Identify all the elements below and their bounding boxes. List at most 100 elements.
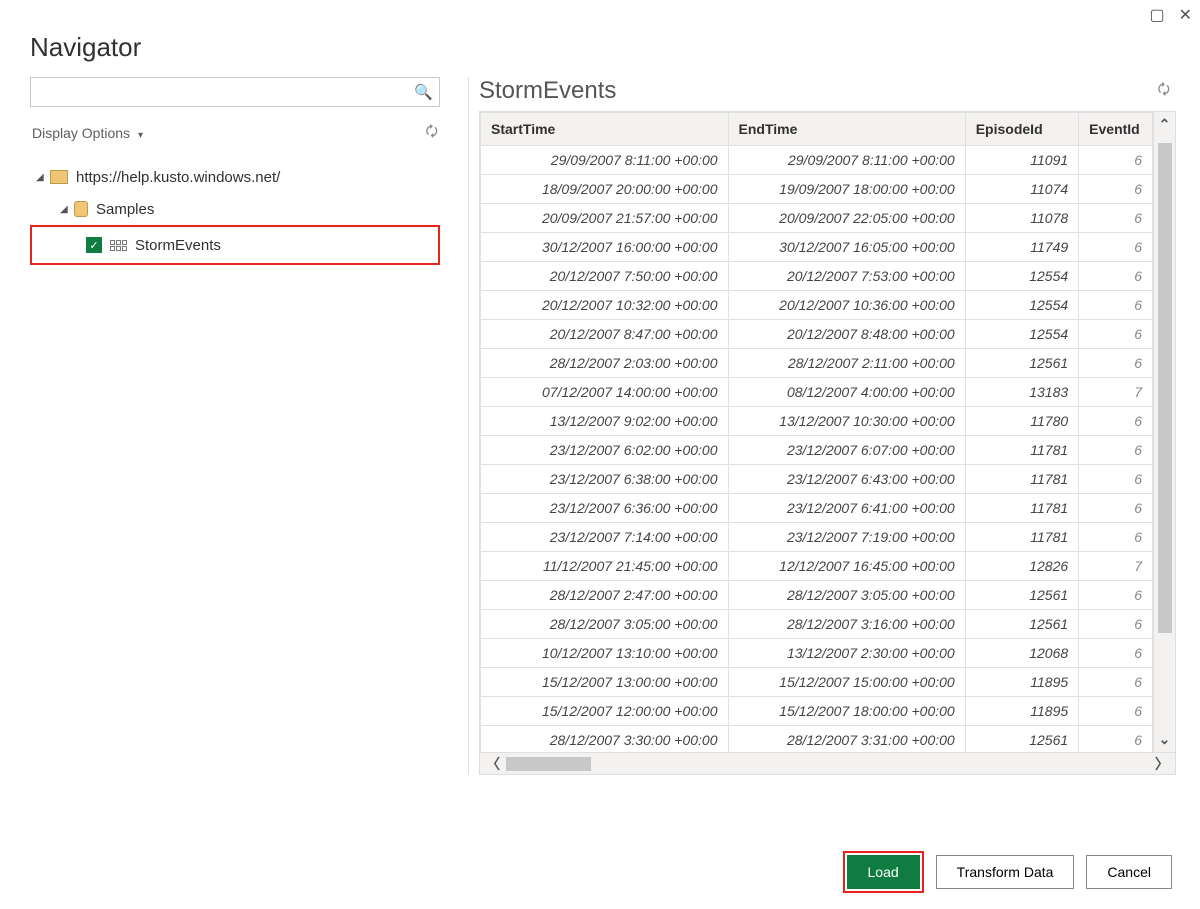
table-row[interactable]: 20/12/2007 8:47:00 +00:0020/12/2007 8:48… [481, 320, 1153, 349]
table-row[interactable]: 23/12/2007 6:02:00 +00:0023/12/2007 6:07… [481, 436, 1153, 465]
table-cell: 12554 [965, 291, 1078, 320]
table-cell: 20/09/2007 22:05:00 +00:00 [728, 204, 965, 233]
table-cell: 20/12/2007 7:50:00 +00:00 [481, 262, 729, 291]
table-row[interactable]: 23/12/2007 6:38:00 +00:0023/12/2007 6:43… [481, 465, 1153, 494]
load-button[interactable]: Load [847, 855, 920, 889]
tree-root[interactable]: ◢ https://help.kusto.windows.net/ [30, 161, 440, 193]
column-header[interactable]: EventId [1079, 113, 1153, 146]
scroll-thumb[interactable] [506, 757, 591, 771]
scroll-thumb[interactable] [1158, 143, 1172, 633]
table-row[interactable]: 23/12/2007 7:14:00 +00:0023/12/2007 7:19… [481, 523, 1153, 552]
horizontal-scrollbar[interactable]: 〈 〉 [480, 752, 1175, 774]
table-cell: 18/09/2007 20:00:00 +00:00 [481, 175, 729, 204]
preview-refresh-icon[interactable]: 🗘 [1158, 79, 1171, 103]
table-row[interactable]: 28/12/2007 2:47:00 +00:0028/12/2007 3:05… [481, 581, 1153, 610]
table-cell: 12826 [965, 552, 1078, 581]
table-cell: 6 [1079, 494, 1153, 523]
table-cell: 6 [1079, 175, 1153, 204]
cancel-button[interactable]: Cancel [1086, 855, 1172, 889]
table-row[interactable]: 23/12/2007 6:36:00 +00:0023/12/2007 6:41… [481, 494, 1153, 523]
table-row[interactable]: 10/12/2007 13:10:00 +00:0013/12/2007 2:3… [481, 639, 1153, 668]
table-cell: 13/12/2007 10:30:00 +00:00 [728, 407, 965, 436]
caret-icon[interactable]: ◢ [36, 172, 50, 183]
table-cell: 10/12/2007 13:10:00 +00:00 [481, 639, 729, 668]
refresh-icon[interactable]: 🗘 [426, 121, 439, 145]
preview-title: StormEvents [479, 77, 616, 105]
tree-table-stormevents[interactable]: ✓ StormEvents [32, 229, 438, 261]
table-cell: 29/09/2007 8:11:00 +00:00 [481, 146, 729, 175]
table-cell: 13/12/2007 9:02:00 +00:00 [481, 407, 729, 436]
table-cell: 11749 [965, 233, 1078, 262]
table-cell: 23/12/2007 6:41:00 +00:00 [728, 494, 965, 523]
table-cell: 12561 [965, 610, 1078, 639]
scroll-track[interactable] [1154, 133, 1175, 731]
column-header[interactable]: EndTime [728, 113, 965, 146]
table-cell: 28/12/2007 3:05:00 +00:00 [481, 610, 729, 639]
table-cell: 6 [1079, 233, 1153, 262]
table-cell: 11780 [965, 407, 1078, 436]
table-cell: 12068 [965, 639, 1078, 668]
table-cell: 28/12/2007 2:47:00 +00:00 [481, 581, 729, 610]
column-header[interactable]: EpisodeId [965, 113, 1078, 146]
table-cell: 15/12/2007 13:00:00 +00:00 [481, 668, 729, 697]
table-cell: 23/12/2007 6:43:00 +00:00 [728, 465, 965, 494]
table-cell: 6 [1079, 204, 1153, 233]
caret-icon[interactable]: ◢ [60, 204, 74, 215]
table-cell: 28/12/2007 3:31:00 +00:00 [728, 726, 965, 753]
table-row[interactable]: 28/12/2007 2:03:00 +00:0028/12/2007 2:11… [481, 349, 1153, 378]
close-icon[interactable]: ✕ [1179, 5, 1192, 25]
search-icon[interactable]: 🔍 [414, 83, 433, 101]
table-cell: 11781 [965, 465, 1078, 494]
table-cell: 12554 [965, 262, 1078, 291]
table-row[interactable]: 18/09/2007 20:00:00 +00:0019/09/2007 18:… [481, 175, 1153, 204]
table-cell: 11781 [965, 494, 1078, 523]
table-row[interactable]: 29/09/2007 8:11:00 +00:0029/09/2007 8:11… [481, 146, 1153, 175]
table-cell: 28/12/2007 3:16:00 +00:00 [728, 610, 965, 639]
search-input[interactable] [37, 83, 414, 101]
table-cell: 12554 [965, 320, 1078, 349]
scroll-up-icon[interactable]: ⌃ [1159, 116, 1171, 133]
table-cell: 6 [1079, 291, 1153, 320]
checkbox-checked-icon[interactable]: ✓ [86, 237, 102, 253]
maximize-icon[interactable]: ▢ [1149, 5, 1164, 25]
vertical-divider [468, 77, 469, 775]
table-cell: 6 [1079, 639, 1153, 668]
table-cell: 6 [1079, 610, 1153, 639]
scroll-down-icon[interactable]: ⌄ [1159, 731, 1171, 748]
folder-icon [50, 170, 68, 184]
scroll-right-icon[interactable]: 〉 [1155, 754, 1169, 774]
table-cell: 6 [1079, 407, 1153, 436]
table-row[interactable]: 07/12/2007 14:00:00 +00:0008/12/2007 4:0… [481, 378, 1153, 407]
table-row[interactable]: 20/12/2007 7:50:00 +00:0020/12/2007 7:53… [481, 262, 1153, 291]
table-row[interactable]: 28/12/2007 3:05:00 +00:0028/12/2007 3:16… [481, 610, 1153, 639]
table-cell: 23/12/2007 6:36:00 +00:00 [481, 494, 729, 523]
display-options-dropdown[interactable]: Display Options ▾ [32, 125, 143, 141]
table-row[interactable]: 15/12/2007 13:00:00 +00:0015/12/2007 15:… [481, 668, 1153, 697]
transform-data-button[interactable]: Transform Data [936, 855, 1075, 889]
scroll-left-icon[interactable]: 〈 [486, 754, 500, 774]
table-row[interactable]: 28/12/2007 3:30:00 +00:0028/12/2007 3:31… [481, 726, 1153, 753]
highlight-stormevents: ✓ StormEvents [30, 225, 440, 265]
tree-database[interactable]: ◢ Samples [30, 193, 440, 225]
search-input-wrap[interactable]: 🔍 [30, 77, 440, 107]
table-row[interactable]: 15/12/2007 12:00:00 +00:0015/12/2007 18:… [481, 697, 1153, 726]
highlight-load: Load [843, 851, 924, 893]
table-cell: 20/12/2007 8:48:00 +00:00 [728, 320, 965, 349]
table-row[interactable]: 30/12/2007 16:00:00 +00:0030/12/2007 16:… [481, 233, 1153, 262]
table-cell: 20/09/2007 21:57:00 +00:00 [481, 204, 729, 233]
table-cell: 15/12/2007 18:00:00 +00:00 [728, 697, 965, 726]
table-cell: 15/12/2007 12:00:00 +00:00 [481, 697, 729, 726]
vertical-scrollbar[interactable]: ⌃ ⌄ [1153, 112, 1175, 752]
table-row[interactable]: 20/09/2007 21:57:00 +00:0020/09/2007 22:… [481, 204, 1153, 233]
table-row[interactable]: 20/12/2007 10:32:00 +00:0020/12/2007 10:… [481, 291, 1153, 320]
table-cell: 12561 [965, 581, 1078, 610]
column-header[interactable]: StartTime [481, 113, 729, 146]
table-cell: 12561 [965, 726, 1078, 753]
table-row[interactable]: 13/12/2007 9:02:00 +00:0013/12/2007 10:3… [481, 407, 1153, 436]
table-row[interactable]: 11/12/2007 21:45:00 +00:0012/12/2007 16:… [481, 552, 1153, 581]
table-cell: 6 [1079, 668, 1153, 697]
preview-table: StartTimeEndTimeEpisodeIdEventId 29/09/2… [479, 111, 1176, 775]
scroll-track[interactable] [506, 753, 1149, 774]
nav-tree: ◢ https://help.kusto.windows.net/ ◢ Samp… [30, 161, 440, 265]
table-cell: 20/12/2007 10:36:00 +00:00 [728, 291, 965, 320]
